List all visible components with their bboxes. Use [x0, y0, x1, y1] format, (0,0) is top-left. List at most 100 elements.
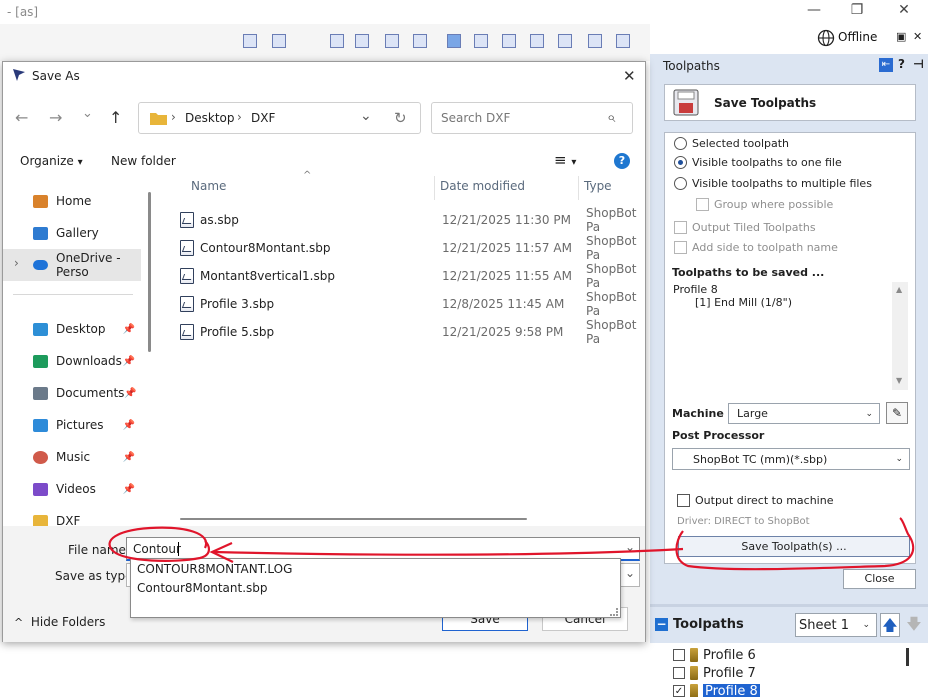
file-row[interactable]: Profile 3.sbp 12/8/2025 11:45 AM ShopBot P… — [180, 290, 650, 318]
new-folder-button[interactable]: New folder — [111, 154, 176, 168]
dock-icon[interactable]: ⊣ — [913, 57, 924, 71]
toolbar-icon[interactable] — [447, 34, 461, 48]
move-down-button[interactable]: 🡇 — [904, 613, 924, 637]
pin-icon[interactable]: 📌 — [123, 356, 135, 367]
nav-item-gallery[interactable]: Gallery — [3, 217, 141, 249]
toolbar-icon[interactable] — [243, 34, 257, 48]
toolbar-icon[interactable] — [588, 34, 602, 48]
nav-item-home[interactable]: Home — [3, 185, 141, 217]
address-dropdown-icon[interactable]: ⌄ — [360, 108, 372, 124]
close-app-button[interactable]: ✕ — [894, 2, 914, 18]
pin-icon[interactable]: 📌 — [123, 324, 135, 335]
scroll-up-icon[interactable]: ▲ — [896, 285, 902, 294]
autocomplete-item[interactable]: Contour8Montant.sbp — [137, 581, 268, 595]
save-toolpaths-button[interactable]: Save Toolpath(s) ... — [678, 536, 910, 557]
chevron-down-icon[interactable]: ⌄ — [625, 566, 635, 580]
breadcrumb-desktop[interactable]: Desktop — [185, 111, 235, 125]
maximize-button[interactable]: ❐ — [847, 2, 867, 18]
help-icon[interactable]: ? — [898, 57, 905, 71]
column-type[interactable]: Type — [584, 179, 612, 193]
toolbar-icon[interactable] — [272, 34, 286, 48]
tree-scrollbar[interactable] — [906, 648, 909, 666]
toolbar-icon[interactable] — [330, 34, 344, 48]
resize-grip-icon[interactable] — [610, 608, 618, 616]
nav-item-documents[interactable]: Documents 📌 — [3, 377, 141, 409]
pin-icon[interactable]: 📌 — [123, 452, 135, 463]
collapse-icon[interactable]: − — [655, 618, 668, 631]
radio-one-file[interactable] — [674, 156, 687, 169]
file-row[interactable]: Montant8vertical1.sbp 12/21/2025 11:55 AM… — [180, 262, 650, 290]
toolbar-icon[interactable] — [502, 34, 516, 48]
add-side-to-name[interactable]: Add side to toolpath name — [674, 241, 838, 254]
tree-item-profile-8[interactable]: ✓ Profile 8 — [673, 682, 760, 697]
pin-icon[interactable]: 📌 — [124, 388, 136, 399]
file-row[interactable]: Contour8Montant.sbp 12/21/2025 11:57 AM Sh… — [180, 234, 650, 262]
forward-icon[interactable]: → — [49, 108, 62, 127]
nav-item-music[interactable]: Music 📌 — [3, 441, 141, 473]
output-direct-option[interactable]: Output direct to machine — [677, 494, 833, 507]
dialog-close-button[interactable]: ✕ — [623, 67, 636, 85]
file-row[interactable]: as.sbp 12/21/2025 11:30 PM ShopBot Pa — [180, 206, 650, 234]
option-visible-one-file[interactable]: Visible toolpaths to one file — [674, 156, 842, 169]
nav-item-videos[interactable]: Videos 📌 — [3, 473, 141, 505]
pin-icon[interactable]: 📌 — [123, 484, 135, 495]
view-options-icon[interactable]: ≡ ▾ — [554, 151, 576, 169]
recent-locations-icon[interactable]: ⌄ — [82, 106, 93, 121]
help-icon[interactable]: ? — [614, 153, 630, 169]
radio-selected[interactable] — [674, 137, 687, 150]
radio-multiple[interactable] — [674, 177, 687, 190]
group-where-possible[interactable]: Group where possible — [696, 198, 833, 211]
horizontal-scrollbar[interactable] — [180, 518, 527, 520]
column-name[interactable]: Name — [191, 179, 226, 193]
nav-item-pictures[interactable]: Pictures 📌 — [3, 409, 141, 441]
edit-machine-button[interactable]: ✎ — [886, 402, 908, 424]
offline-status[interactable]: Offline — [838, 30, 877, 44]
toolbar-icon[interactable] — [355, 34, 369, 48]
toolbar-icon[interactable] — [385, 34, 399, 48]
search-icon[interactable]: ⌕ — [607, 108, 615, 126]
toolbar-icon[interactable] — [530, 34, 544, 48]
search-box[interactable]: Search DXF ⌕ — [431, 102, 633, 134]
folder-icon — [150, 113, 167, 125]
output-tiled-toolpaths[interactable]: Output Tiled Toolpaths — [674, 221, 816, 234]
machine-select[interactable]: Large ⌄ — [728, 403, 880, 424]
restore-panel-button[interactable]: ▣ — [896, 30, 906, 43]
nav-item-desktop[interactable]: Desktop 📌 — [3, 313, 141, 345]
column-date-modified[interactable]: Date modified — [440, 179, 525, 193]
pin-icon[interactable]: 📌 — [123, 420, 135, 431]
close-panel-button[interactable]: ✕ — [913, 30, 922, 43]
expand-icon[interactable]: › — [14, 256, 19, 270]
autocomplete-item[interactable]: CONTOUR8MONTANT.LOG — [137, 562, 292, 576]
output-direct-checkbox[interactable] — [677, 494, 690, 507]
breadcrumb-dxf[interactable]: DXF — [251, 111, 275, 125]
nav-scrollbar[interactable] — [148, 192, 151, 352]
option-selected-toolpath[interactable]: Selected toolpath — [674, 137, 789, 150]
chevron-down-icon[interactable]: ⌄ — [625, 540, 635, 554]
toolbar-icon[interactable] — [474, 34, 488, 48]
move-up-button[interactable]: 🡅 — [880, 613, 900, 637]
pin-panel-icon[interactable]: ⇤ — [879, 58, 893, 72]
nav-item-downloads[interactable]: Downloads 📌 — [3, 345, 141, 377]
post-processor-select[interactable]: ShopBot TC (mm)(*.sbp) ⌄ — [672, 448, 910, 470]
option-visible-multiple[interactable]: Visible toolpaths to multiple files — [674, 177, 872, 190]
close-button[interactable]: Close — [843, 569, 916, 589]
toolbar-icon[interactable] — [616, 34, 630, 48]
sheet-select[interactable]: Sheet 1 ⌄ — [795, 613, 877, 637]
minimize-button[interactable]: — — [804, 2, 824, 18]
toolbar-icon[interactable] — [413, 34, 427, 48]
organize-menu[interactable]: Organize ▾ — [20, 154, 83, 168]
hide-folders-button[interactable]: ^ Hide Folders — [14, 615, 105, 629]
toolbar-icon[interactable] — [558, 34, 572, 48]
nav-item-onedrive[interactable]: › OneDrive - Perso — [3, 249, 141, 281]
file-row[interactable]: Profile 5.sbp 12/21/2025 9:58 PM ShopBot P… — [180, 318, 650, 346]
search-input[interactable]: Search DXF — [441, 111, 510, 125]
tree-item-profile-7[interactable]: Profile 7 — [673, 664, 756, 682]
address-bar[interactable]: › Desktop › DXF ⌄ ↻ — [138, 102, 421, 134]
up-icon[interactable]: ↑ — [109, 108, 122, 127]
refresh-icon[interactable]: ↻ — [394, 109, 407, 127]
back-icon[interactable]: ← — [15, 108, 28, 127]
scrollbar[interactable]: ▲ ▼ — [892, 282, 908, 390]
tree-item-profile-6[interactable]: Profile 6 — [673, 646, 756, 664]
scroll-down-icon[interactable]: ▼ — [896, 376, 902, 385]
check-icon[interactable]: ✓ — [673, 685, 685, 697]
